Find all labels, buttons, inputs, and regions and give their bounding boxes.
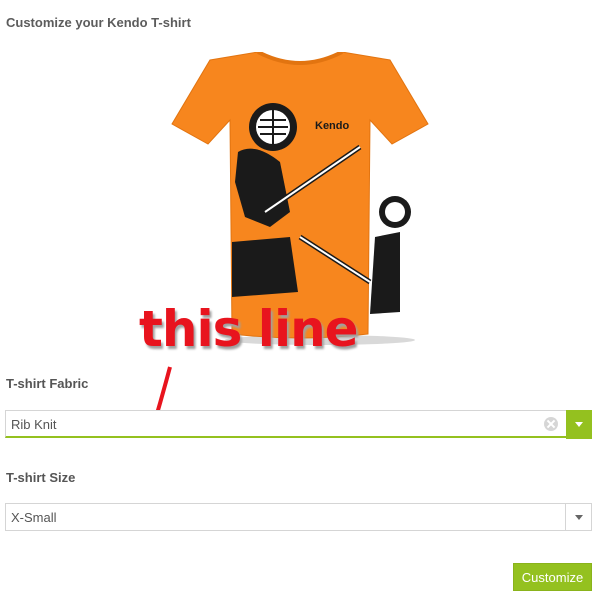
size-dropdown-button[interactable] xyxy=(565,504,591,530)
fabric-value[interactable]: Rib Knit xyxy=(11,417,57,432)
chevron-down-icon xyxy=(574,514,583,520)
annotation-text: this line xyxy=(139,300,359,358)
customize-button[interactable]: Customize xyxy=(513,563,592,591)
fabric-combobox[interactable]: Rib Knit xyxy=(5,410,592,439)
page-title: Customize your Kendo T-shirt xyxy=(6,15,191,30)
fabric-dropdown-button[interactable] xyxy=(566,410,592,439)
size-dropdown[interactable]: X-Small xyxy=(5,503,592,531)
clear-icon[interactable] xyxy=(544,417,558,431)
size-label: T-shirt Size xyxy=(6,470,76,485)
fabric-label: T-shirt Fabric xyxy=(6,376,89,391)
tshirt-brand-text: Kendo xyxy=(315,120,350,132)
size-value[interactable]: X-Small xyxy=(11,510,57,525)
chevron-down-icon xyxy=(575,422,583,427)
